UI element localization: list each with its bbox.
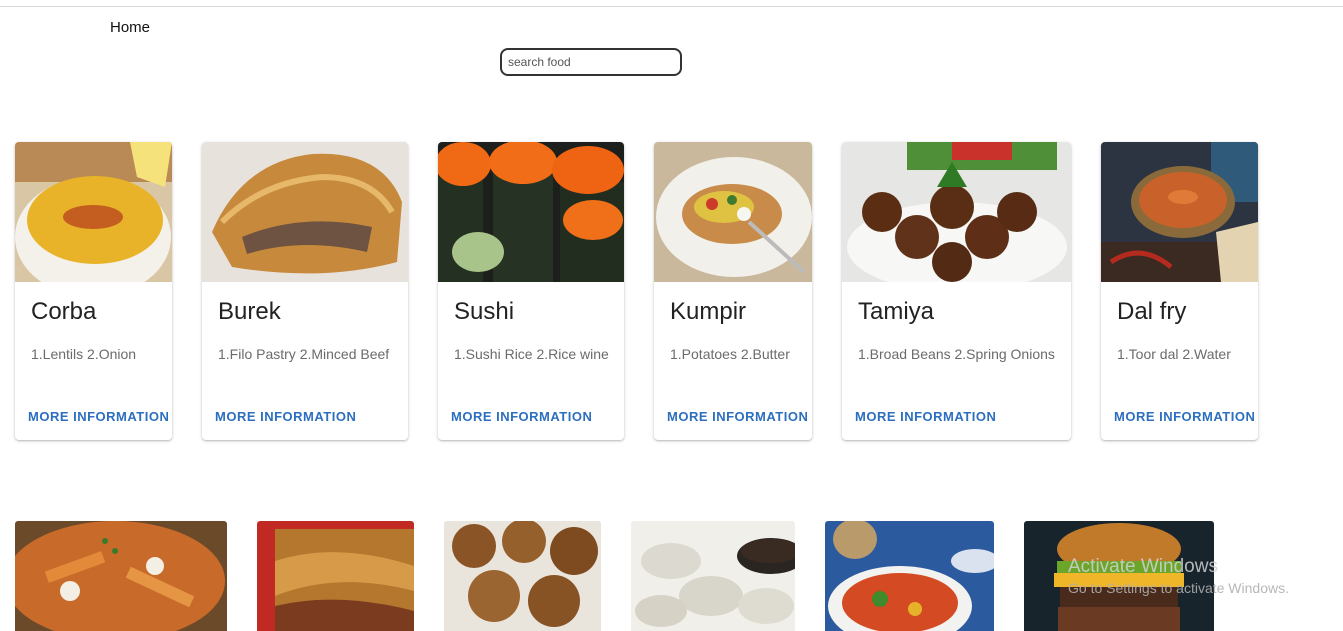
card-ingredients: 1.Toor dal 2.Water bbox=[1117, 346, 1231, 362]
lasagna-image[interactable] bbox=[257, 521, 414, 631]
card-ingredients: 1.Filo Pastry 2.Minced Beef bbox=[218, 346, 390, 362]
card-ingredients: 1.Potatoes 2.Butter bbox=[670, 346, 790, 362]
card-title: Tamiya bbox=[858, 298, 935, 325]
food-card-tamiya: Tamiya 1.Broad Beans 2.Spring Onions MOR… bbox=[842, 142, 1071, 440]
card-title: Burek bbox=[218, 298, 281, 325]
dumplings-image[interactable] bbox=[631, 521, 795, 631]
more-information-button[interactable]: MORE INFORMATION bbox=[855, 409, 996, 424]
more-information-button[interactable]: MORE INFORMATION bbox=[1114, 409, 1255, 424]
more-information-button[interactable]: MORE INFORMATION bbox=[667, 409, 808, 424]
salad-plate-image[interactable] bbox=[825, 521, 994, 631]
food-card-burek: Burek 1.Filo Pastry 2.Minced Beef MORE I… bbox=[202, 142, 408, 440]
food-card-dal-fry: Dal fry 1.Toor dal 2.Water MORE INFORMAT… bbox=[1101, 142, 1258, 440]
card-ingredients: 1.Lentils 2.Onion bbox=[31, 346, 137, 362]
food-card-kumpir: Kumpir 1.Potatoes 2.Butter MORE INFORMAT… bbox=[654, 142, 812, 440]
card-title: Corba bbox=[31, 298, 97, 325]
stuffed-potato-image[interactable] bbox=[654, 142, 812, 282]
food-card-sushi: Sushi 1.Sushi Rice 2.Rice wine MORE INFO… bbox=[438, 142, 624, 440]
card-ingredients: 1.Sushi Rice 2.Rice wine bbox=[454, 346, 609, 362]
search-input[interactable] bbox=[500, 48, 682, 76]
card-title: Dal fry bbox=[1117, 298, 1187, 325]
card-ingredients: 1.Broad Beans 2.Spring Onions bbox=[858, 346, 1055, 362]
more-information-button[interactable]: MORE INFORMATION bbox=[451, 409, 592, 424]
poutine-image[interactable] bbox=[15, 521, 227, 631]
activate-windows-watermark-title: Activate Windows bbox=[1068, 556, 1218, 577]
food-card-corba: Corba 1.Lentils 2.Onion MORE INFORMATION bbox=[15, 142, 172, 440]
fried-dough-image[interactable] bbox=[444, 521, 601, 631]
nav-home-link[interactable]: Home bbox=[110, 19, 150, 36]
top-divider bbox=[0, 6, 1343, 7]
more-information-button[interactable]: MORE INFORMATION bbox=[28, 409, 169, 424]
falafel-image[interactable] bbox=[842, 142, 1071, 282]
card-title: Sushi bbox=[454, 298, 515, 325]
activate-windows-watermark-subtitle: Go to Settings to activate Windows. bbox=[1068, 580, 1289, 596]
more-information-button[interactable]: MORE INFORMATION bbox=[215, 409, 356, 424]
card-title: Kumpir bbox=[670, 298, 747, 325]
dal-fry-image[interactable] bbox=[1101, 142, 1258, 282]
burek-pastry-image[interactable] bbox=[202, 142, 408, 282]
sushi-rolls-image[interactable] bbox=[438, 142, 624, 282]
lentil-soup-image[interactable] bbox=[15, 142, 172, 282]
